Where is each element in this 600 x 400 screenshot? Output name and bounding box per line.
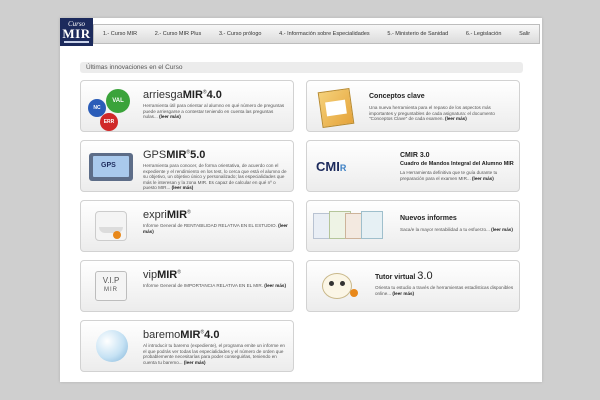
vip-badge-icon: V.I.P MIR: [86, 267, 138, 305]
nav-curso-mir-plus[interactable]: 2.- Curso MIR Plus: [146, 31, 210, 37]
read-more-link[interactable]: (leer más): [264, 283, 286, 288]
crystal-ball-icon: [86, 327, 138, 365]
orange-dot: [113, 231, 121, 239]
curso-mir-logo[interactable]: Curso MIR: [60, 18, 93, 46]
conceptos-clave-title: Conceptos clave: [369, 93, 425, 100]
title-version: 5.0: [190, 149, 206, 161]
vip-badge-frame: V.I.P MIR: [95, 271, 127, 301]
nuevos-informes-description: Saca/e la mayor rentabilidad a tu esfuer…: [400, 227, 515, 233]
registered-icon: ®: [187, 209, 191, 216]
nav-legislacion[interactable]: 6.- Legislación: [457, 31, 510, 37]
mascot-eye-left: [329, 281, 334, 286]
baremomir-title: baremoMIR®4.0: [143, 329, 219, 341]
vip-line1: V.I.P: [102, 276, 120, 285]
title-prefix: arriesga: [143, 89, 183, 101]
cmir-description: La Herramienta definitiva que te guía du…: [400, 170, 515, 181]
vip-line2: MIR: [104, 287, 118, 293]
logo-line2: MIR: [62, 26, 91, 41]
description-text: Herramienta para conocer, de forma orien…: [143, 163, 287, 191]
reports-collage-icon: [311, 207, 393, 245]
tutor-mascot-icon: [312, 267, 364, 305]
description-text: Informe General de IMPORTANCIA RELATIVA …: [143, 283, 263, 288]
read-more-link[interactable]: (leer más): [172, 185, 194, 190]
card-baremomir[interactable]: baremoMIR®4.0 Al introducir tu baremo (e…: [80, 320, 294, 372]
title-text: Tutor virtual: [375, 274, 416, 281]
description-text: Informe General de RENTABILIDAD RELATIVA…: [143, 223, 277, 228]
card-nuevos-informes[interactable]: Nuevos informes Saca/e la mayor rentabil…: [306, 200, 520, 252]
title-prefix: vip: [143, 269, 158, 281]
tutor-virtual-title: Tutor virtual 3.0: [375, 270, 433, 282]
card-arriesgamir[interactable]: VAL NC ERR arriesgaMIR®4.0 Herramienta ú…: [80, 80, 294, 132]
title-version: 3.0: [417, 270, 433, 282]
main-nav: 1.- Curso MIR 2.- Curso MIR Plus 3.- Cur…: [93, 24, 540, 44]
vipmir-title: vipMIR®: [143, 269, 181, 281]
read-more-link[interactable]: (leer más): [392, 291, 414, 296]
read-more-link[interactable]: (leer más): [159, 114, 181, 119]
title-prefix: expri: [143, 209, 167, 221]
icon-frame: [95, 211, 127, 241]
title-prefix: GPS: [143, 149, 167, 161]
cmir-subtitle: Cuadro de Mandos Integral del Alumno MIR: [400, 161, 514, 167]
section-title: Últimas innovaciones en el Curso: [80, 62, 523, 73]
cmir-logo-main: CMI: [316, 159, 340, 174]
nav-curso-prologo[interactable]: 3.- Curso prólogo: [210, 31, 270, 37]
title-version: 4.0: [206, 89, 222, 101]
card-gpsmir[interactable]: GPS GPSMIR®5.0 Herramienta para conocer,…: [80, 140, 294, 192]
conceptos-clave-description: Una nueva herramienta para el repaso de …: [369, 105, 515, 122]
arriesgamir-title: arriesgaMIR®4.0: [143, 89, 222, 101]
vipmir-description: Informe General de IMPORTANCIA RELATIVA …: [143, 283, 289, 289]
book-cover-panel: [325, 99, 347, 117]
read-more-link[interactable]: (leer más): [491, 227, 513, 232]
nav-curso-mir[interactable]: 1.- Curso MIR: [94, 31, 146, 37]
baremomir-description: Al introducir tu baremo (expediente), el…: [143, 343, 289, 365]
book-cover-icon: [312, 87, 364, 129]
nav-informacion-especialidades[interactable]: 4.- Información sobre Especialidades: [270, 31, 378, 37]
crystal-sphere: [96, 330, 128, 362]
arriesgamir-description: Herramienta útil para orientar al alumno…: [143, 103, 289, 120]
description-text: Una nueva herramienta para el repaso de …: [369, 105, 495, 122]
arriesgamir-badges: VAL NC ERR: [86, 87, 138, 131]
read-more-link[interactable]: (leer más): [445, 116, 467, 121]
read-more-link[interactable]: (leer más): [472, 176, 494, 181]
val-badge-icon: VAL: [106, 89, 130, 113]
title-brand: MIR: [157, 269, 178, 281]
exprimir-description: Informe General de RENTABILIDAD RELATIVA…: [143, 223, 289, 234]
cmir-title: CMIR 3.0: [400, 152, 430, 159]
nuevos-informes-title: Nuevos informes: [400, 215, 457, 222]
gpsmir-title: GPSMIR®5.0: [143, 149, 205, 161]
title-prefix: baremo: [143, 329, 181, 341]
gps-device-icon: GPS: [86, 147, 138, 185]
mascot-orange-dot: [350, 289, 358, 297]
nav-salir[interactable]: Salir: [510, 31, 539, 37]
err-badge-icon: ERR: [100, 113, 118, 131]
report-sheet-4: [361, 211, 383, 239]
title-version: 4.0: [204, 329, 220, 341]
cmir-logo-icon: CMIR: [312, 147, 364, 185]
registered-icon: ®: [177, 269, 181, 276]
title-brand: MIR: [166, 209, 188, 221]
card-conceptos-clave[interactable]: Conceptos clave Una nueva herramienta pa…: [306, 80, 520, 132]
description-text: Saca/e la mayor rentabilidad a tu esfuer…: [400, 227, 490, 232]
cmir-logo-r: R: [339, 163, 347, 173]
read-more-link[interactable]: (leer más): [184, 360, 206, 365]
card-exprimir[interactable]: expriMIR® Informe General de RENTABILIDA…: [80, 200, 294, 252]
lemon-squeezer-icon: [86, 207, 138, 245]
tutor-virtual-description: Orienta tu estudio a través de herramien…: [375, 285, 515, 296]
title-brand: MIR: [180, 329, 201, 341]
title-brand: MIR: [182, 89, 203, 101]
card-cmir[interactable]: CMIR CMIR 3.0 Cuadro de Mandos Integral …: [306, 140, 520, 192]
card-tutor-virtual[interactable]: Tutor virtual 3.0 Orienta tu estudio a t…: [306, 260, 520, 312]
description-text: Al introducir tu baremo (expediente), el…: [143, 343, 285, 365]
nav-ministerio-sanidad[interactable]: 5.- Ministerio de Sanidad: [379, 31, 458, 37]
cmir-logo-text: CMIR: [316, 159, 346, 174]
card-vipmir[interactable]: V.I.P MIR vipMIR® Informe General de IMP…: [80, 260, 294, 312]
gpsmir-description: Herramienta para conocer, de forma orien…: [143, 163, 289, 191]
title-brand: MIR: [166, 149, 187, 161]
gps-icon-label: GPS: [101, 162, 116, 169]
mascot-eye-right: [340, 281, 345, 286]
mascot-head: [322, 273, 352, 299]
exprimir-title: expriMIR®: [143, 209, 191, 221]
logo-underline: [64, 41, 89, 43]
